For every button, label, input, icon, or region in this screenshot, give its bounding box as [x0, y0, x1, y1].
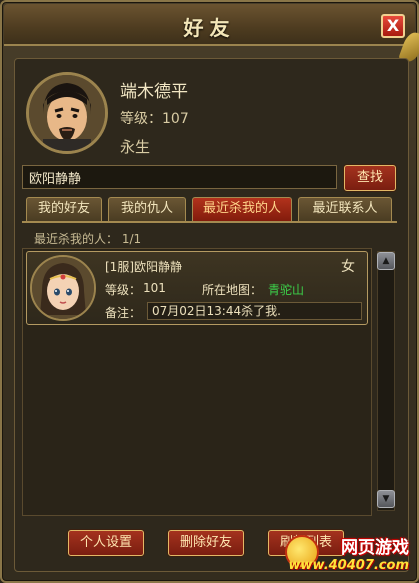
player-avatar	[26, 72, 108, 154]
entry-avatar	[30, 255, 96, 321]
entry-gender: 女	[341, 259, 355, 275]
scrollbar-track[interactable]	[377, 251, 395, 511]
scroll-down-icon[interactable]: ▼	[377, 490, 395, 508]
tab-divider	[22, 221, 397, 223]
title-bar: 好友 X	[4, 4, 415, 46]
player-level: 等级：107	[120, 111, 189, 127]
site-watermark: 网页游戏 www.40407.com	[285, 531, 415, 579]
female-portrait-icon	[32, 257, 94, 319]
scroll-up-icon[interactable]: ▲	[377, 252, 395, 270]
entry-map-label: 所在地图：	[202, 283, 263, 297]
close-button[interactable]: X	[381, 14, 405, 38]
tab-recent-contacts[interactable]: 最近联系人	[298, 197, 392, 221]
entry-level-label: 等级：	[105, 283, 142, 297]
window-title: 好友	[183, 16, 236, 40]
entry-name: [1服]欧阳静静	[105, 260, 182, 274]
tab-recent-killers[interactable]: 最近杀我的人	[192, 197, 292, 221]
personal-settings-button[interactable]: 个人设置	[68, 530, 144, 556]
entry-note-label: 备注：	[105, 306, 142, 320]
entry-map: 青驼山	[268, 283, 305, 297]
player-name: 端木德平	[120, 82, 188, 102]
search-button[interactable]: 查找	[344, 165, 396, 191]
tab-my-friends[interactable]: 我的好友	[26, 197, 102, 221]
tab-my-enemies[interactable]: 我的仇人	[108, 197, 186, 221]
entry-level: 101	[143, 281, 166, 295]
male-portrait-icon	[29, 75, 105, 151]
watermark-url: www.40407.com	[288, 558, 410, 573]
player-status: 永生	[120, 138, 151, 156]
search-input[interactable]	[22, 165, 337, 189]
entry-note: 07月02日13:44杀了我.	[147, 302, 362, 320]
friends-window: 好友 X 端木德平 等级：107 永生 查找 我的好友 我的仇人 最近杀我的人 …	[0, 0, 419, 583]
watermark-title: 网页游戏	[341, 538, 409, 558]
delete-friend-button[interactable]: 删除好友	[168, 530, 244, 556]
list-count-label: 最近杀我的人： 1/1	[34, 232, 142, 246]
